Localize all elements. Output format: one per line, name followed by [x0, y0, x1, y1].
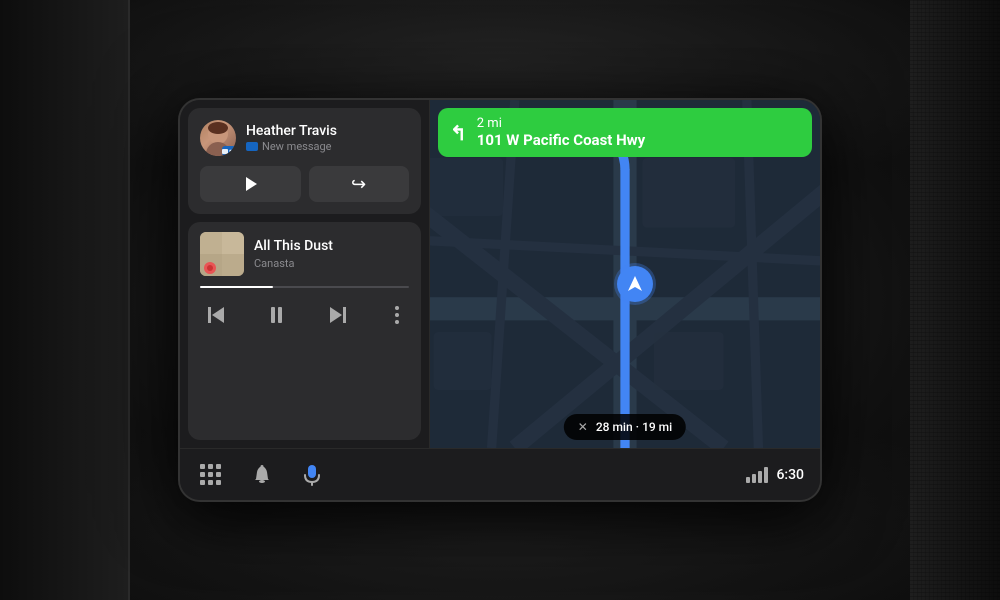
eta-bar: ✕ 28 min · 19 mi — [564, 414, 686, 440]
grid-dot — [216, 480, 221, 485]
more-options-button[interactable] — [389, 300, 405, 330]
grid-icon — [200, 464, 221, 485]
music-header: All This Dust Canasta — [200, 232, 409, 276]
pause-icon — [271, 307, 282, 323]
progress-bar — [200, 286, 409, 288]
time-display: 6:30 — [776, 467, 804, 483]
pause-bar-left — [271, 307, 275, 323]
more-dots-icon — [393, 304, 401, 326]
message-type-icon — [246, 142, 258, 151]
turn-arrow: ↰ — [450, 121, 467, 145]
message-badge — [222, 146, 236, 156]
progress-fill — [200, 286, 273, 288]
play-message-button[interactable] — [200, 166, 301, 202]
skip-back-icon — [208, 307, 224, 323]
voice-button[interactable] — [299, 460, 325, 490]
grid-dot — [200, 472, 205, 477]
left-panel: Heather Travis New message ↩ — [180, 100, 430, 448]
nav-info: 2 mi 101 W Pacific Coast Hwy — [477, 116, 645, 149]
pause-button[interactable] — [267, 303, 286, 327]
arrow-circle — [617, 266, 653, 302]
contact-name: Heather Travis — [246, 123, 409, 140]
map-panel[interactable]: ↰ 2 mi 101 W Pacific Coast Hwy — [430, 100, 820, 448]
bottom-nav — [196, 460, 325, 490]
track-name: All This Dust — [254, 238, 409, 255]
dot3 — [395, 320, 399, 324]
message-subtitle-text: New message — [262, 140, 332, 153]
dot1 — [395, 306, 399, 310]
location-marker — [617, 266, 653, 302]
nav-street: 101 W Pacific Coast Hwy — [477, 131, 645, 149]
message-info: Heather Travis New message — [246, 123, 409, 154]
pause-bar-right — [278, 307, 282, 323]
message-card: Heather Travis New message ↩ — [188, 108, 421, 214]
dashboard-right — [910, 0, 1000, 600]
eta-time: 28 min · 19 mi — [596, 420, 672, 434]
dot2 — [395, 313, 399, 317]
notifications-button[interactable] — [249, 461, 275, 489]
dashboard-left — [0, 0, 130, 600]
reply-message-button[interactable]: ↩ — [309, 166, 410, 202]
grid-dot — [208, 480, 213, 485]
skip-back-button[interactable] — [204, 303, 228, 327]
skip-forward-button[interactable] — [326, 303, 350, 327]
music-card: All This Dust Canasta — [188, 222, 421, 440]
bottom-right: 6:30 — [746, 467, 804, 483]
grid-dot — [208, 464, 213, 469]
eta-close-icon[interactable]: ✕ — [578, 420, 588, 434]
grid-dot — [208, 472, 213, 477]
grid-dot — [200, 464, 205, 469]
signal-icon — [746, 467, 768, 483]
nav-header: ↰ 2 mi 101 W Pacific Coast Hwy — [438, 108, 812, 157]
grid-dot — [216, 464, 221, 469]
android-auto-screen: Heather Travis New message ↩ — [180, 100, 820, 500]
bottom-bar: 6:30 — [180, 448, 820, 500]
bell-icon — [253, 465, 271, 485]
message-subtitle: New message — [246, 140, 409, 153]
grill-texture — [910, 0, 1000, 600]
skip-forward-icon — [330, 307, 346, 323]
message-actions: ↩ — [200, 166, 409, 202]
nav-distance: 2 mi — [477, 116, 645, 131]
avatar — [200, 120, 236, 156]
track-info: All This Dust Canasta — [254, 238, 409, 270]
message-header: Heather Travis New message — [200, 120, 409, 156]
apps-button[interactable] — [196, 460, 225, 489]
music-controls — [200, 300, 409, 330]
mic-icon — [303, 464, 321, 486]
artist-name: Canasta — [254, 257, 409, 270]
reply-icon: ↩ — [351, 174, 366, 195]
album-art — [200, 232, 244, 276]
grid-dot — [216, 472, 221, 477]
grid-dot — [200, 480, 205, 485]
play-icon — [246, 177, 257, 191]
screen-main: Heather Travis New message ↩ — [180, 100, 820, 448]
car-dashboard: Heather Travis New message ↩ — [0, 0, 1000, 600]
